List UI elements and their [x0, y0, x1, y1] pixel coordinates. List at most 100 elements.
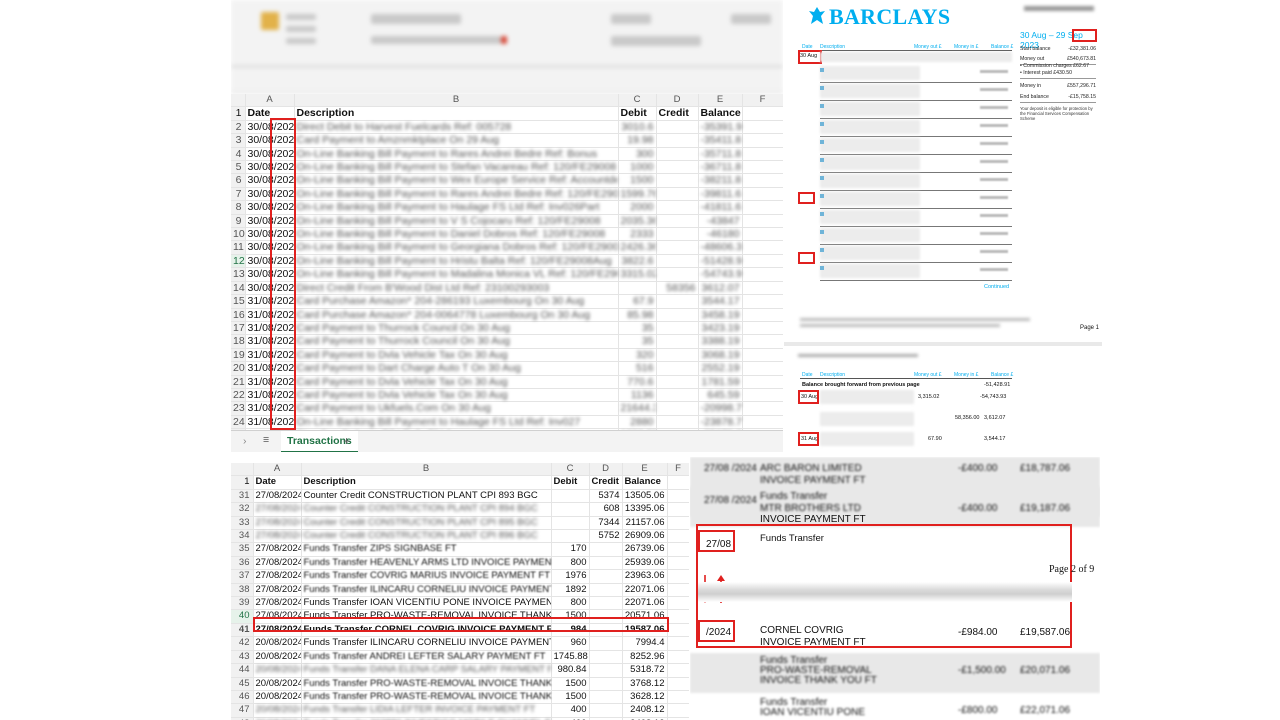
table-row[interactable]: 35 27/08/2024 Funds Transfer ZIPS SIGNBASE… [231, 542, 689, 557]
cell-balance[interactable]: 3388.19 [698, 334, 743, 349]
table-row[interactable]: 1230/08/2023On-Line Banking Bill Payment… [231, 254, 783, 269]
cell-balance[interactable]: 3423.19 [698, 321, 743, 336]
table-row[interactable]: 39 27/08/2024 Funds Transfer IOAN VICENTIU… [231, 596, 689, 611]
row-number[interactable]: 23 [231, 401, 246, 416]
cell-balance[interactable]: 3628.12 [622, 690, 668, 705]
cell-balance[interactable]: 22071.06 [622, 583, 668, 598]
cell-credit[interactable]: 5752 [589, 529, 623, 544]
cell-description[interactable]: Funds Transfer HEAVENLY ARMS LTD INVOICE… [301, 556, 552, 571]
cell-credit[interactable]: 608 [589, 502, 623, 517]
cell-description[interactable]: On-Line Banking Bill Payment to Stefan V… [294, 160, 619, 175]
row-number[interactable]: 8 [231, 200, 246, 215]
continued-link[interactable]: Continued [984, 284, 1009, 290]
table-row[interactable]: 530/08/2023On-Line Banking Bill Payment … [231, 160, 783, 175]
cell-description[interactable]: On-Line Banking Bill Payment to V S Cojo… [294, 214, 619, 229]
cell-empty[interactable] [742, 240, 783, 255]
cell-debit[interactable]: 2880 [618, 415, 657, 430]
cell-empty[interactable] [667, 502, 689, 517]
cell-balance[interactable]: 26739.06 [622, 542, 668, 557]
cell-debit[interactable]: 1000 [618, 160, 657, 175]
row-number[interactable]: 35 [231, 542, 254, 557]
cell-empty[interactable] [742, 187, 783, 202]
cell-empty[interactable] [667, 650, 689, 665]
cell-description[interactable]: Funds Transfer LIDIA LEFTER INVOICE PAYM… [301, 703, 552, 718]
cell-debit[interactable]: 300 [618, 147, 657, 162]
row-number[interactable]: 2 [231, 120, 246, 135]
cell-debit[interactable] [551, 529, 590, 544]
cell-debit[interactable]: 1500 [618, 173, 657, 188]
cell-debit[interactable] [551, 516, 590, 531]
cell-balance[interactable]: 7994.4 [622, 636, 668, 651]
cell-empty[interactable] [667, 583, 689, 598]
row-number[interactable]: 38 [231, 583, 254, 598]
cell-balance[interactable]: -35711.8 [698, 147, 743, 162]
cell-debit[interactable]: 1136 [618, 388, 657, 403]
table-row[interactable]: 930/08/2023On-Line Banking Bill Payment … [231, 214, 783, 229]
cell-date[interactable]: 27/08/2024 [253, 502, 302, 517]
row-number[interactable]: 12 [231, 254, 246, 269]
table-row[interactable]: 1831/08/2023Card Payment to Thurrock Cou… [231, 334, 783, 349]
cell-credit[interactable] [589, 556, 623, 571]
cell-date[interactable]: 27/08/2024 [253, 516, 302, 531]
cell-balance[interactable]: -48606.3 [698, 240, 743, 255]
cell-description[interactable]: Direct Credit From B'Wood Dist Ltd Ref: … [294, 281, 619, 296]
cell-description[interactable]: On-Line Banking Bill Payment to Rares An… [294, 147, 619, 162]
column-header-f[interactable]: F [742, 94, 783, 108]
row-number[interactable]: 43 [231, 650, 254, 665]
header-description[interactable]: Description [294, 106, 619, 121]
cell-debit[interactable]: 2426.36 [618, 240, 657, 255]
cell-balance[interactable]: 3068.19 [698, 348, 743, 363]
row-number[interactable]: 13 [231, 267, 246, 282]
table-row[interactable]: 1330/08/2023On-Line Banking Bill Payment… [231, 267, 783, 282]
cell-credit[interactable] [589, 596, 623, 611]
cell-debit[interactable]: 800 [551, 596, 590, 611]
cell-empty[interactable] [742, 348, 783, 363]
cell-debit[interactable]: 85.98 [618, 308, 657, 322]
cell-credit[interactable] [656, 227, 699, 242]
cell-empty[interactable] [742, 334, 783, 349]
cell-credit[interactable] [656, 160, 699, 175]
cell-description[interactable]: Counter Credit CONSTRUCTION PLANT CPI 89… [301, 489, 552, 504]
cell-description[interactable]: Card Payment to Dart Charge Auto T On 30… [294, 361, 619, 376]
table-row[interactable]: 2131/08/2023Card Payment to Dvla Vehicle… [231, 375, 783, 389]
cell-credit[interactable] [656, 147, 699, 162]
cell-debit[interactable]: 3315.02 [618, 267, 657, 282]
row-number[interactable]: 41 [231, 623, 254, 638]
sheet-nav-icon[interactable]: › [243, 435, 247, 447]
cell-empty[interactable] [742, 214, 783, 229]
column-header-e[interactable]: E [698, 94, 743, 108]
cell-empty[interactable] [742, 120, 783, 135]
cell-debit[interactable]: 3010.6 [618, 120, 657, 135]
cell-credit[interactable] [589, 636, 623, 651]
cell-credit[interactable] [656, 388, 699, 403]
cell-date[interactable]: 27/08/2024 [253, 556, 302, 571]
cell-description[interactable]: On-Line Banking Bill Payment to Daniel D… [294, 227, 619, 242]
cell-credit[interactable] [656, 375, 699, 389]
cell-empty[interactable] [667, 636, 689, 651]
cell-credit[interactable] [656, 321, 699, 336]
cell-empty[interactable] [742, 361, 783, 376]
row-number[interactable]: 17 [231, 321, 246, 336]
cell-balance[interactable]: 3458.19 [698, 308, 743, 322]
cell-description[interactable]: Direct Debit to Harvest Fuelcards Ref: 0… [294, 120, 619, 135]
cell-balance[interactable]: -38211.8 [698, 173, 743, 188]
cell-balance[interactable]: -41811.6 [698, 200, 743, 215]
sheet-list-icon[interactable]: ≡ [263, 434, 269, 446]
cell-description[interactable]: On-Line Banking Bill Payment to Haulage … [294, 415, 619, 430]
table-row[interactable]: 38 27/08/2024 Funds Transfer ILINCARU CORN… [231, 583, 689, 598]
cell-empty[interactable] [742, 415, 783, 430]
cell-credit[interactable] [656, 415, 699, 430]
column-header-a[interactable]: A [245, 94, 295, 108]
table-row[interactable]: 630/08/2023On-Line Banking Bill Payment … [231, 173, 783, 188]
cell-balance[interactable]: -20998.7 [698, 401, 743, 416]
table-row[interactable]: 1531/08/2023Card Purchase Amazon* 204-28… [231, 294, 783, 309]
cell-empty[interactable] [742, 308, 783, 322]
cell-description[interactable]: On-Line Banking Bill Payment to Wex Euro… [294, 173, 619, 188]
row-number[interactable]: 19 [231, 348, 246, 363]
row-number[interactable]: 7 [231, 187, 246, 202]
cell-balance[interactable]: -54743.9 [698, 267, 743, 282]
table-row[interactable]: 33 27/08/2024 Counter Credit CONSTRUCTION … [231, 516, 689, 531]
cell-debit[interactable]: 1500 [551, 677, 590, 691]
table-row[interactable]: 37 27/08/2024 Funds Transfer COVRIG MARIUS… [231, 569, 689, 584]
cell-debit[interactable]: 2333 [618, 227, 657, 242]
